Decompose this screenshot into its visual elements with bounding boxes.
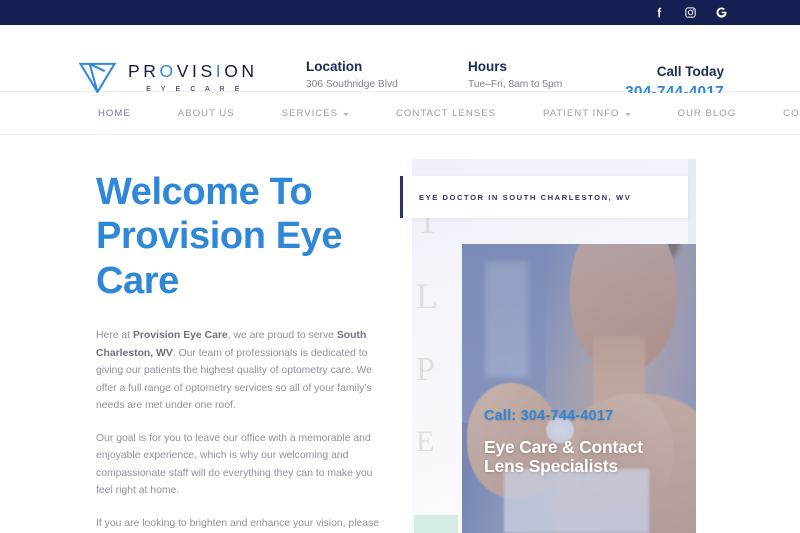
logo-subtitle: E Y E C A R E (146, 85, 244, 93)
tagline-text: EYE DOCTOR IN SOUTH CHARLESTON, WV (419, 192, 632, 202)
hero-paragraph-1: Here at Provision Eye Care, we are proud… (96, 327, 381, 414)
site-header: PROVISION E Y E C A R E Location 306 Sou… (0, 25, 800, 105)
hours-title: Hours (468, 59, 508, 74)
teal-accent-block (414, 515, 458, 533)
nav-label: CONTACT LENSES (396, 108, 497, 119)
nav-items: HOME ABOUT US SERVICES CONTACT LENSES PA… (98, 108, 800, 119)
nav-item-about-us[interactable]: ABOUT US (178, 108, 235, 119)
photo-headline-line2: Lens Specialists (484, 456, 618, 477)
nav-item-services[interactable]: SERVICES (282, 108, 349, 119)
eye-chart-letters: T L P E (416, 202, 439, 458)
main-content: Welcome To Provision Eye Care Here at Pr… (0, 135, 800, 533)
nav-label: HOME (98, 108, 131, 119)
nav-label: SERVICES (281, 108, 338, 119)
hero-paragraph-2: Our goal is for you to leave our office … (96, 432, 373, 497)
chevron-down-icon (343, 112, 349, 116)
hero-photo (462, 244, 696, 533)
top-bar (0, 0, 800, 25)
call-today-label: Call Today (656, 64, 724, 79)
google-icon[interactable] (715, 6, 728, 19)
photo-headline-line1: Eye Care & Contact (484, 436, 643, 457)
tagline-banner: EYE DOCTOR IN SOUTH CHARLESTON, WV (400, 176, 688, 218)
nav-item-home[interactable]: HOME (98, 108, 131, 119)
photo-phone-link[interactable]: Call: 304-744-4017 (484, 408, 684, 424)
nav-item-patient-info[interactable]: PATIENT INFO (543, 108, 631, 119)
nav-label: ABOUT US (177, 108, 235, 119)
site-logo[interactable]: PROVISION E Y E C A R E (78, 61, 258, 95)
photo-headline: Eye Care & Contact Lens Specialists (484, 436, 684, 477)
provision-triangle-icon (78, 61, 117, 95)
logo-wordmark: PROVISION E Y E C A R E (128, 63, 258, 93)
facebook-icon[interactable] (653, 6, 666, 19)
photo-blue-overlay (462, 244, 696, 533)
nav-label: PATIENT INFO (543, 108, 620, 119)
instagram-icon[interactable] (684, 6, 697, 19)
nav-item-our-blog[interactable]: OUR BLOG (678, 108, 737, 119)
page-root: PROVISION E Y E C A R E Location 306 Sou… (0, 0, 800, 533)
location-street: 306 Southridge Blvd (306, 79, 398, 91)
nav-item-contact-us[interactable]: CONTACT US (783, 108, 800, 119)
location-title: Location (306, 59, 363, 74)
nav-label: OUR BLOG (677, 108, 737, 119)
hero-paragraph-3: If you are looking to brighten and enhan… (96, 515, 381, 533)
nav-label: CONTACT US (783, 108, 800, 119)
main-navigation: HOME ABOUT US SERVICES CONTACT LENSES PA… (0, 93, 800, 135)
eye-chart-letter: P (416, 350, 435, 388)
hero-visual-column: T L P E EYE DOCTOR IN SOUTH CHARLESTON, … (400, 159, 696, 533)
photo-caption: Call: 304-744-4017 Eye Care & Contact Le… (484, 408, 684, 477)
chevron-down-icon (624, 112, 631, 116)
eye-chart-letter: E (416, 424, 435, 458)
hours-open: Tue–Fri, 8am to 5pm (468, 79, 563, 91)
p1-brand: Provision Eye Care (132, 330, 228, 342)
nav-item-contact-lenses[interactable]: CONTACT LENSES (396, 108, 496, 119)
social-links (653, 6, 728, 19)
hero-photo-card: Call: 304-744-4017 Eye Care & Contact Le… (462, 244, 696, 533)
page-title: Welcome To Provision Eye Care (96, 171, 343, 302)
logo-name: PROVISION (128, 61, 258, 82)
p1-a: Here at (96, 330, 133, 342)
p3-a: If you are looking to brighten and enhan… (96, 517, 380, 529)
hero-text-column: Welcome To Provision Eye Care Here at Pr… (96, 170, 381, 533)
eye-chart-letter: L (416, 276, 438, 317)
p1-c: , we are proud to serve (227, 330, 337, 342)
